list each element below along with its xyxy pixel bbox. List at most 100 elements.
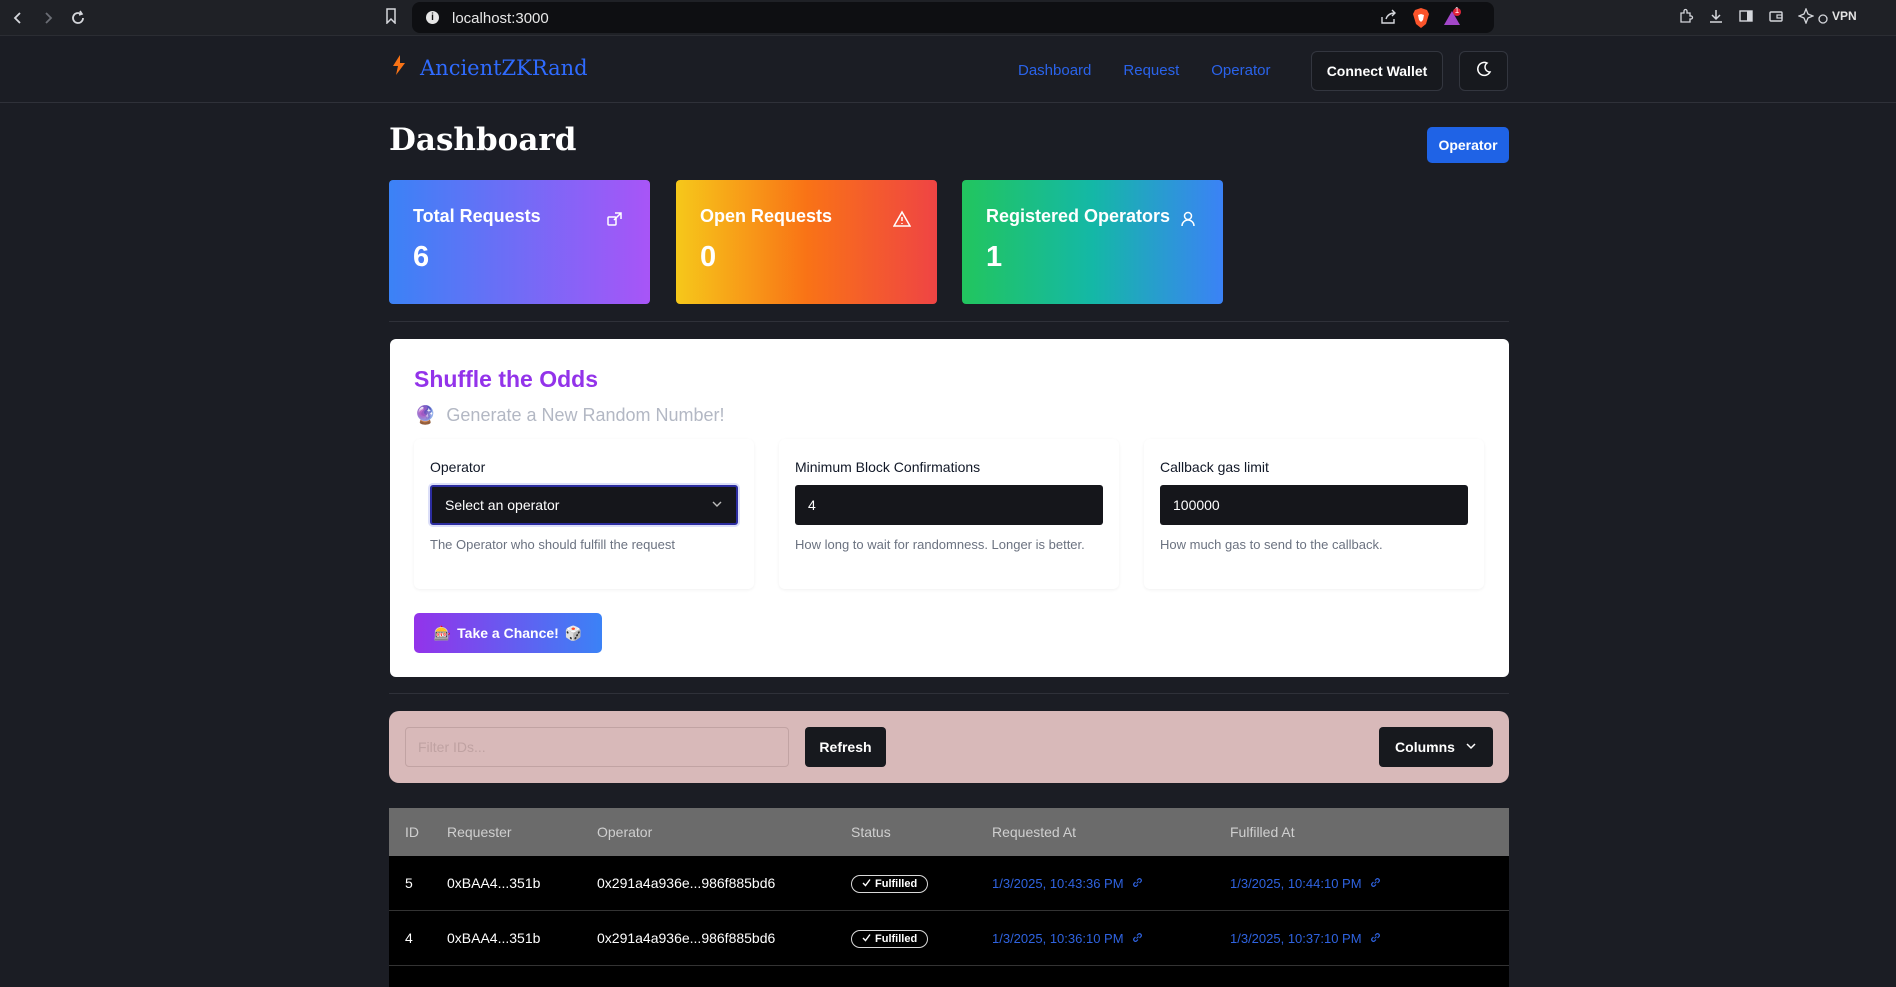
- stat-label: Open Requests: [700, 206, 833, 226]
- bookmark-icon[interactable]: [384, 8, 398, 29]
- cell-status: Fulfilled: [851, 874, 992, 893]
- table-row[interactable]: 5 0xBAA4...351b 0x291a4a936e...986f885bd…: [389, 856, 1509, 911]
- site-info-icon[interactable]: i: [426, 11, 439, 24]
- link-text: 1/3/2025, 10:36:10 PM: [992, 931, 1124, 946]
- download-icon[interactable]: [1708, 8, 1724, 29]
- link-icon: [1370, 876, 1381, 891]
- take-a-chance-button[interactable]: 🎰 Take a Chance! 🎲: [414, 613, 602, 653]
- column-header-operator[interactable]: Operator: [597, 824, 851, 840]
- panel-subtitle: 🔮 Generate a New Random Number!: [414, 405, 725, 426]
- nav-operator[interactable]: Operator: [1211, 62, 1270, 79]
- back-icon[interactable]: [6, 6, 30, 30]
- min-block-confirmations-input[interactable]: 4: [795, 485, 1103, 525]
- link-text: 1/3/2025, 10:37:10 PM: [1230, 931, 1362, 946]
- cell-requester: 0xBAA4...351b: [447, 875, 541, 891]
- crystal-ball-icon: 🔮: [414, 405, 437, 425]
- brave-shields-icon[interactable]: [1412, 8, 1430, 33]
- reload-icon[interactable]: [66, 6, 90, 30]
- rewards-count: 1: [1454, 6, 1460, 15]
- address-bar[interactable]: i localhost:3000 1: [412, 2, 1494, 33]
- link-icon: [1370, 931, 1381, 946]
- button-label: Columns: [1395, 739, 1455, 755]
- check-icon: [862, 933, 871, 945]
- fulfilled-at-link[interactable]: 1/3/2025, 10:44:10 PM: [1230, 876, 1381, 891]
- vpn-button[interactable]: VPN: [1832, 9, 1857, 23]
- column-header-status[interactable]: Status: [851, 824, 992, 840]
- button-label: Take a Chance!: [457, 625, 559, 641]
- user-icon: [1179, 210, 1197, 233]
- cell-id: 5: [405, 875, 413, 891]
- vpn-status-icon[interactable]: [1818, 11, 1828, 29]
- nav-request[interactable]: Request: [1123, 62, 1179, 79]
- status-text: Fulfilled: [875, 932, 918, 945]
- url-text[interactable]: localhost:3000: [452, 10, 549, 27]
- field-label: Callback gas limit: [1160, 459, 1269, 475]
- table-header: ID Requester Operator Status Requested A…: [389, 808, 1509, 856]
- panel-subtitle-text: Generate a New Random Number!: [446, 405, 725, 425]
- column-header-fulfilled-at[interactable]: Fulfilled At: [1230, 824, 1480, 840]
- stat-label: Total Requests: [413, 206, 541, 226]
- slot-machine-icon: 🎰: [433, 624, 452, 641]
- callback-gas-limit-input[interactable]: 100000: [1160, 485, 1468, 525]
- cell-id: 4: [405, 930, 413, 946]
- table-toolbar: Refresh Columns: [389, 711, 1509, 783]
- main-nav: Dashboard Request Operator: [1018, 62, 1270, 79]
- connect-wallet-button[interactable]: Connect Wallet: [1311, 51, 1443, 91]
- table-row[interactable]: 4 0xBAA4...351b 0x291a4a936e...986f885bd…: [389, 911, 1509, 966]
- min-block-confirmations-field: Minimum Block Confirmations 4 How long t…: [779, 439, 1119, 589]
- field-help: How much gas to send to the callback.: [1160, 537, 1383, 552]
- stat-card-total-requests: Total Requests 6: [389, 180, 650, 304]
- sidebar-icon[interactable]: [1738, 8, 1754, 29]
- column-header-id[interactable]: ID: [389, 824, 447, 840]
- theme-toggle-button[interactable]: [1459, 51, 1508, 91]
- extensions-icon[interactable]: [1678, 8, 1694, 29]
- wallet-icon[interactable]: [1768, 8, 1784, 29]
- warning-icon: [892, 210, 912, 233]
- brave-rewards-icon[interactable]: 1: [1442, 6, 1462, 33]
- browser-toolbar: i localhost:3000 1 VPN: [0, 0, 1896, 36]
- link-icon: [1132, 931, 1143, 946]
- dice-icon: 🎲: [564, 624, 583, 641]
- operator-select[interactable]: Select an operator: [430, 485, 738, 525]
- requested-at-link[interactable]: 1/3/2025, 10:43:36 PM: [992, 876, 1143, 891]
- cell-status: Fulfilled: [851, 929, 992, 948]
- moon-icon: [1476, 61, 1492, 82]
- brand-name[interactable]: AncientZKRand: [420, 56, 588, 80]
- check-icon: [862, 878, 871, 890]
- share-icon[interactable]: [1380, 9, 1398, 30]
- app-header: AncientZKRand Dashboard Request Operator…: [0, 37, 1896, 103]
- cell-requested-at: 1/3/2025, 10:36:10 PM: [992, 930, 1230, 946]
- filter-input[interactable]: [405, 727, 789, 767]
- columns-button[interactable]: Columns: [1379, 727, 1493, 767]
- divider: [389, 693, 1509, 694]
- status-badge: Fulfilled: [851, 874, 929, 893]
- page-title: Dashboard: [389, 122, 577, 158]
- column-header-requested-at[interactable]: Requested At: [992, 824, 1230, 840]
- column-header-requester[interactable]: Requester: [447, 824, 597, 840]
- chevron-down-icon: [1465, 739, 1477, 755]
- refresh-button[interactable]: Refresh: [805, 727, 886, 767]
- field-label: Operator: [430, 459, 486, 475]
- link-text: 1/3/2025, 10:43:36 PM: [992, 876, 1124, 891]
- status-text: Fulfilled: [875, 877, 918, 890]
- requested-at-link[interactable]: 1/3/2025, 10:36:10 PM: [992, 931, 1143, 946]
- share-icon: [606, 210, 624, 233]
- cell-status: [851, 968, 992, 987]
- stat-card-registered-operators: Registered Operators 1: [962, 180, 1223, 304]
- link-icon: [1132, 876, 1143, 891]
- nav-dashboard[interactable]: Dashboard: [1018, 62, 1091, 79]
- shuffle-panel: Shuffle the Odds 🔮 Generate a New Random…: [390, 339, 1509, 677]
- leo-ai-icon[interactable]: [1797, 7, 1815, 29]
- operator-button[interactable]: Operator: [1427, 127, 1509, 163]
- status-badge: Fulfilled: [851, 929, 929, 948]
- stat-card-open-requests: Open Requests 0: [676, 180, 937, 304]
- select-value: Select an operator: [445, 497, 560, 513]
- divider: [389, 321, 1509, 322]
- stat-value: 1: [986, 241, 1003, 273]
- cell-operator: 0x291a4a936e...986f885bd6: [597, 930, 776, 946]
- brand[interactable]: AncientZKRand: [392, 55, 588, 80]
- fulfilled-at-link[interactable]: 1/3/2025, 10:37:10 PM: [1230, 931, 1381, 946]
- table-row[interactable]: [389, 966, 1509, 987]
- field-label: Minimum Block Confirmations: [795, 459, 981, 475]
- forward-icon[interactable]: [36, 6, 60, 30]
